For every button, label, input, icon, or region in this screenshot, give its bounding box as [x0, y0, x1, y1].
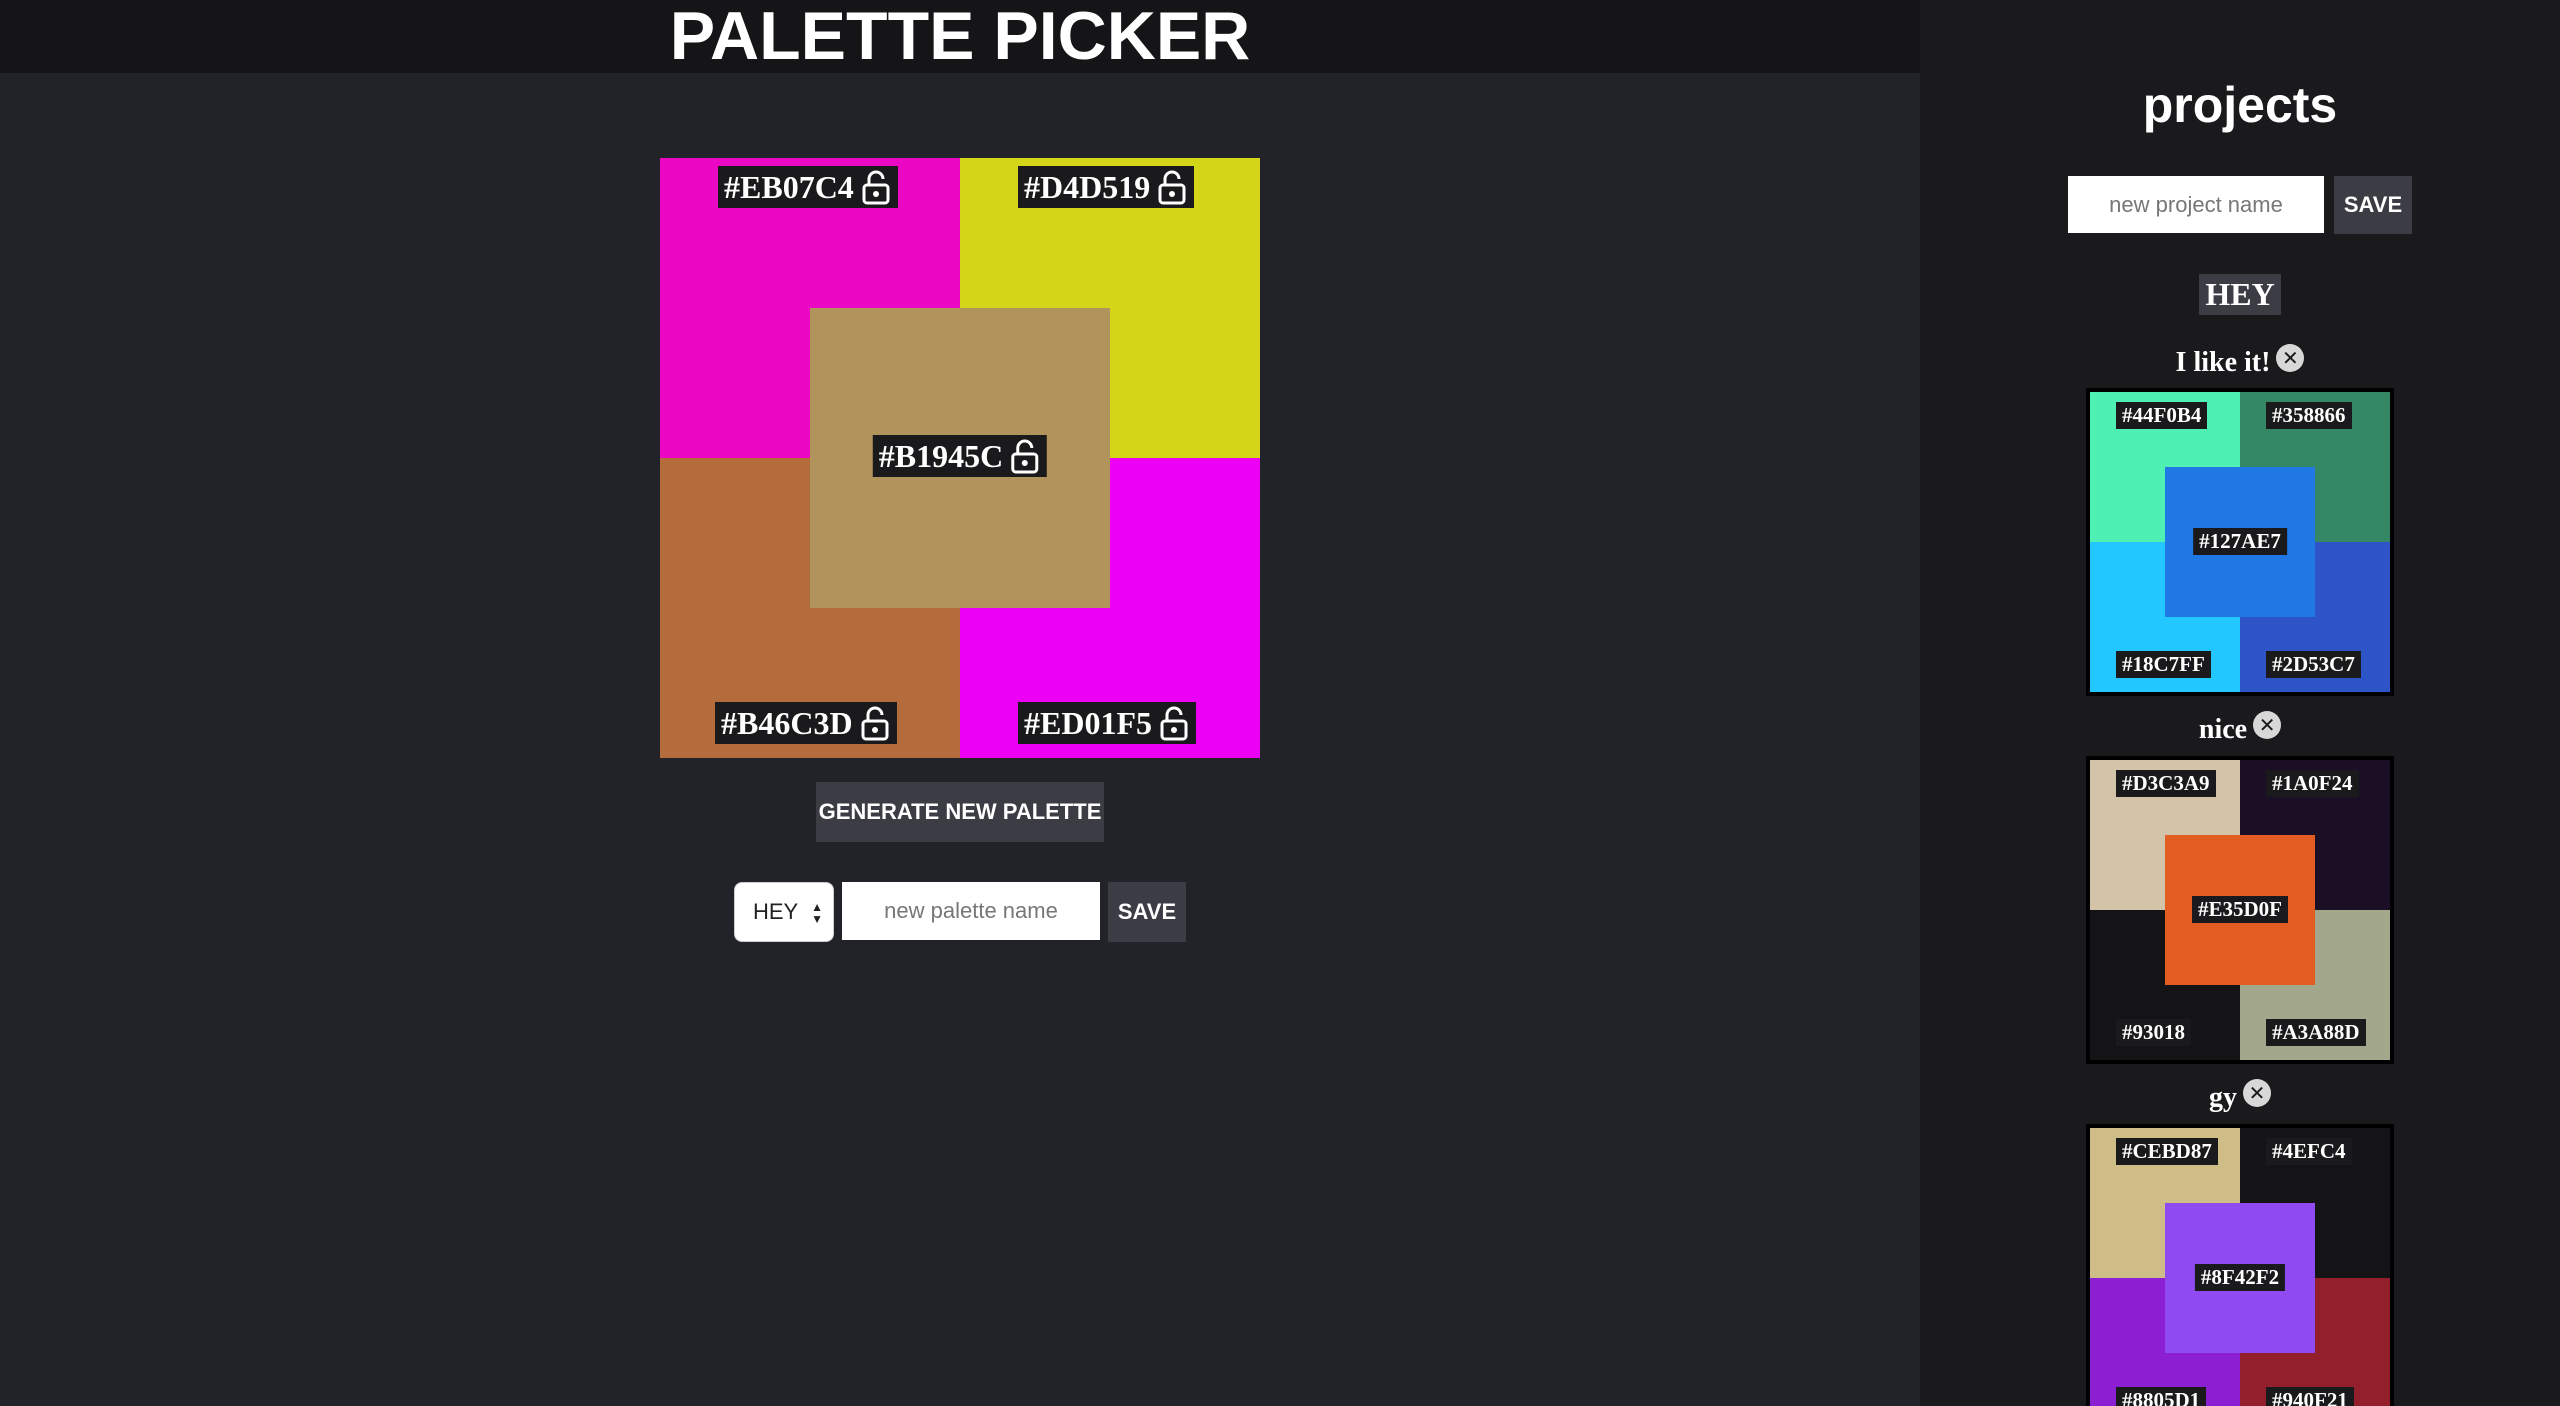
save-project-button[interactable]: SAVE: [2334, 176, 2412, 234]
hex-label-2: #D4D519: [1018, 166, 1195, 208]
saved-palette-title: gy ✕: [1920, 1079, 2560, 1114]
mini-hex-label: #93018: [2116, 1019, 2191, 1046]
mini-hex-label: #4EFC4: [2266, 1138, 2352, 1165]
delete-palette-icon[interactable]: ✕: [2243, 1079, 2271, 1107]
project-select[interactable]: HEY ▲ ▼: [734, 882, 834, 942]
unlock-icon[interactable]: [1158, 169, 1186, 205]
hex-text-2: #D4D519: [1024, 169, 1151, 205]
unlock-icon[interactable]: [1011, 438, 1039, 474]
mini-hex-label: #18C7FF: [2116, 651, 2211, 678]
save-palette-button[interactable]: SAVE: [1108, 882, 1186, 942]
generate-palette-button[interactable]: GENERATE NEW PALETTE: [816, 782, 1104, 842]
unlock-icon[interactable]: [861, 705, 889, 741]
saved-palette-name: I like it!: [2175, 347, 2271, 378]
mini-hex-label: #CEBD87: [2116, 1138, 2218, 1165]
unlock-icon[interactable]: [1160, 705, 1188, 741]
app-title: PALETTE PICKER: [669, 0, 1251, 74]
select-arrows-icon: ▲ ▼: [811, 900, 823, 926]
saved-palette-title: I like it! ✕: [1920, 344, 2560, 379]
mini-hex-label: #8805D1: [2116, 1387, 2207, 1406]
saved-palette-card[interactable]: #44F0B4 #358866 #18C7FF #2D53C7 #127AE7: [2086, 388, 2394, 696]
mini-hex-label: #D3C3A9: [2116, 770, 2216, 797]
hex-text-5: #B1945C: [878, 438, 1004, 474]
mini-hex-label: #2D53C7: [2266, 651, 2361, 678]
hex-label-5: #B1945C: [872, 435, 1048, 477]
project-select-value: HEY: [753, 899, 799, 924]
project-title: HEY: [2199, 274, 2281, 315]
app-header: PALETTE PICKER: [0, 0, 1920, 73]
hex-text-1: #EB07C4: [724, 169, 854, 205]
mini-hex-label: #E35D0F: [2192, 896, 2288, 923]
hex-text-4: #ED01F5: [1024, 705, 1152, 741]
saved-palette-card[interactable]: #CEBD87 #4EFC4 #8805D1 #940F21 #8F42F2: [2086, 1124, 2394, 1406]
saved-palette-name: gy: [2209, 1082, 2237, 1113]
delete-palette-icon[interactable]: ✕: [2276, 344, 2305, 372]
project-name-input[interactable]: [2068, 176, 2324, 233]
saved-palette-card[interactable]: #D3C3A9 #1A0F24 #93018 #A3A88D #E35D0F: [2086, 756, 2394, 1064]
mini-hex-label: #940F21: [2266, 1387, 2354, 1406]
mini-hex-label: #1A0F24: [2266, 770, 2359, 797]
mini-hex-label: #A3A88D: [2266, 1019, 2366, 1046]
unlock-icon[interactable]: [862, 169, 890, 205]
hex-label-3: #B46C3D: [715, 702, 897, 744]
palette-name-input[interactable]: [842, 882, 1100, 940]
projects-heading: projects: [2142, 77, 2338, 133]
mini-hex-label: #127AE7: [2193, 528, 2287, 555]
mini-hex-label: #44F0B4: [2116, 402, 2208, 429]
saved-palette-title: nice ✕: [1920, 711, 2560, 746]
project-title-row: HEY: [1920, 274, 2560, 315]
palette-display: #EB07C4 #D4D519 #B46C3D #ED01F5 #B1945C: [660, 158, 1260, 758]
delete-palette-icon[interactable]: ✕: [2253, 711, 2282, 739]
saved-palette-name: nice: [2198, 714, 2248, 745]
mini-hex-label: #358866: [2266, 402, 2352, 429]
hex-label-1: #EB07C4: [718, 166, 898, 208]
hex-label-4: #ED01F5: [1018, 702, 1196, 744]
mini-hex-label: #8F42F2: [2194, 1264, 2286, 1291]
hex-text-3: #B46C3D: [721, 705, 853, 741]
